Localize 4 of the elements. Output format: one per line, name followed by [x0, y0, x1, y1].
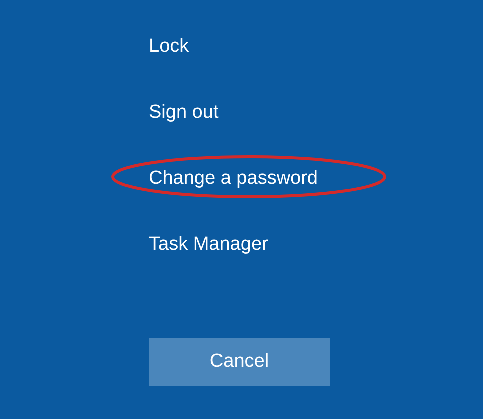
cancel-button[interactable]: Cancel: [149, 338, 330, 386]
menu-item[interactable]: Sign out: [149, 102, 219, 123]
menu-item[interactable]: Lock: [149, 36, 190, 57]
menu-item[interactable]: Task Manager: [149, 234, 268, 255]
